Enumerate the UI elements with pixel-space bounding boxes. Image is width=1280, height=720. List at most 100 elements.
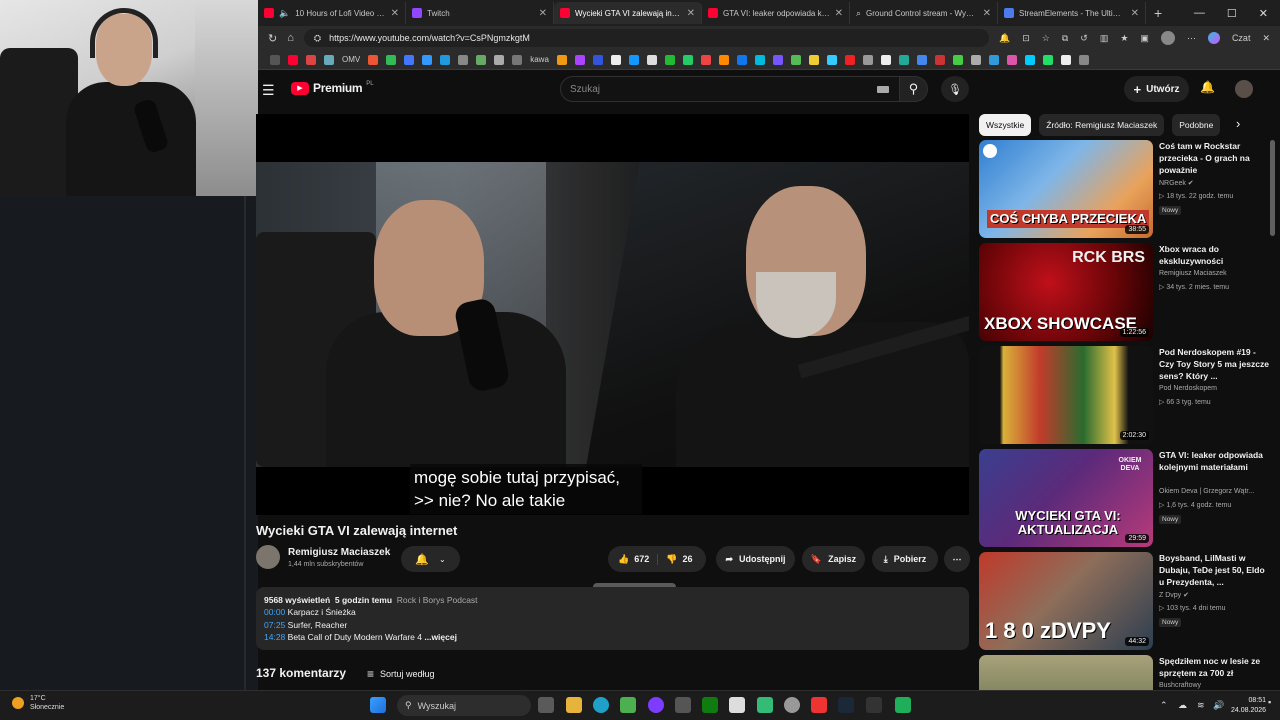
- home-icon[interactable]: ⌂: [287, 32, 294, 44]
- channel-avatar[interactable]: [256, 545, 280, 569]
- close-icon[interactable]: ✕: [983, 8, 991, 19]
- close-icon[interactable]: ✕: [539, 8, 547, 19]
- system-clock[interactable]: 08:51 24.08.2026: [1231, 696, 1266, 716]
- taskbar-search[interactable]: ⚲ Wyszukaj: [397, 695, 531, 716]
- dislike-button[interactable]: 👎 26: [663, 554, 692, 565]
- xbox-icon[interactable]: [702, 697, 718, 713]
- bookmark-icon[interactable]: [862, 54, 873, 65]
- bookmark-icon[interactable]: [1024, 54, 1035, 65]
- notification-center-icon[interactable]: ▪: [1268, 697, 1271, 707]
- edge-browser-icon[interactable]: [593, 697, 609, 713]
- bookmark-icon[interactable]: [898, 54, 909, 65]
- recommendation-title[interactable]: Pod Nerdoskopem #19 - Czy Toy Story 5 ma…: [1159, 346, 1269, 382]
- recommendation-title[interactable]: Spędziłem noc w lesie ze sprzętem za 700…: [1159, 655, 1269, 679]
- bookmark-icon[interactable]: [664, 54, 675, 65]
- site-info-icon[interactable]: ⛭: [314, 33, 321, 44]
- youtube-logo[interactable]: ▶ Premium PL: [291, 81, 374, 95]
- browser-tab[interactable]: Twitch ✕: [406, 2, 554, 24]
- copilot-icon[interactable]: [1207, 32, 1220, 44]
- bookmark-icon[interactable]: [512, 54, 523, 65]
- bookmark-icon[interactable]: [592, 54, 603, 65]
- profile-avatar[interactable]: [1160, 31, 1175, 45]
- app-icon[interactable]: [895, 697, 911, 713]
- copilot-label[interactable]: Czat: [1232, 33, 1251, 43]
- bookmark-icon[interactable]: [324, 54, 334, 65]
- video-thumbnail[interactable]: [979, 655, 1153, 690]
- chapter-timestamp[interactable]: 00:00: [264, 607, 285, 617]
- search-button[interactable]: ⚲: [900, 76, 928, 102]
- bookmark-icon[interactable]: [790, 54, 801, 65]
- recommendation-channel[interactable]: NRGeek ✔: [1159, 179, 1194, 187]
- video-thumbnail[interactable]: 2:02:30: [979, 346, 1153, 444]
- create-button[interactable]: + Utwórz: [1124, 76, 1189, 102]
- recommendation-channel[interactable]: Pod Nerdoskopem: [1159, 385, 1217, 392]
- sidebar-close-icon[interactable]: ✕: [1262, 33, 1270, 44]
- bookmark-icon[interactable]: [988, 54, 999, 65]
- network-icon[interactable]: ☁: [1178, 700, 1187, 711]
- wifi-icon[interactable]: ≋: [1197, 700, 1205, 711]
- bookmark-icon[interactable]: [386, 54, 397, 65]
- recommendation-item[interactable]: 2:02:30 Pod Nerdoskopem #19 - Czy Toy St…: [979, 346, 1269, 444]
- recommendation-title[interactable]: Boysband, LilMasti w Dubaju, TeDe jest 5…: [1159, 552, 1269, 588]
- bookmark-icon[interactable]: [476, 54, 487, 65]
- bookmark-icon[interactable]: [422, 54, 433, 65]
- recommendation-channel[interactable]: Bushcraftowy: [1159, 682, 1201, 689]
- avatar[interactable]: [1235, 80, 1253, 98]
- recommendation-item[interactable]: 1 8 0 zDVPY 44:32 Boysband, LilMasti w D…: [979, 552, 1269, 650]
- bookmark-icon[interactable]: [404, 54, 415, 65]
- browser-tab[interactable]: StreamElements - The Ultimate Li ✕: [998, 2, 1146, 24]
- bookmark-icon[interactable]: [880, 54, 891, 65]
- more-icon[interactable]: ⋯: [1187, 33, 1196, 44]
- windows-start-icon[interactable]: [370, 697, 386, 713]
- like-button[interactable]: 👍 672: [618, 553, 659, 565]
- video-thumbnail[interactable]: RCK BRS XBOX SHOWCASE 1:22:56: [979, 243, 1153, 341]
- recommendation-title[interactable]: Coś tam w Rockstar przecieka - O grach n…: [1159, 140, 1269, 176]
- recommendation-item[interactable]: Spędziłem noc w lesie ze sprzętem za 700…: [979, 655, 1269, 690]
- recommendation-channel[interactable]: Z Dvpy ✔: [1159, 591, 1189, 599]
- recommendation-title[interactable]: Xbox wraca do ekskluzywności: [1159, 243, 1269, 267]
- chapter-timestamp[interactable]: 07:25: [264, 620, 285, 630]
- chapter-timestamp[interactable]: 14:28: [264, 632, 285, 642]
- chevron-right-icon[interactable]: ›: [1236, 116, 1240, 131]
- recommendation-title[interactable]: GTA VI: leaker odpowiada kolejnymi mater…: [1159, 449, 1269, 473]
- refresh-icon[interactable]: ↺: [1080, 33, 1088, 44]
- collections-icon[interactable]: ▣: [1140, 33, 1149, 44]
- browser-tab[interactable]: ⌕ Ground Control stream - Wyszukaj ✕: [850, 2, 998, 24]
- bookmark-icon[interactable]: [700, 54, 711, 65]
- bookmark-icon[interactable]: [1006, 54, 1017, 65]
- bookmark-icon[interactable]: [288, 54, 298, 65]
- bookmark-icon[interactable]: [736, 54, 747, 65]
- favorites-icon[interactable]: ★: [1120, 33, 1128, 44]
- save-button[interactable]: 🔖 Zapisz: [802, 546, 865, 572]
- bookmark-icon[interactable]: [952, 54, 963, 65]
- bookmark-icon[interactable]: [844, 54, 855, 65]
- reload-icon[interactable]: ↻: [268, 32, 277, 45]
- speaker-icon[interactable]: 🔈: [279, 8, 290, 19]
- terminal-icon[interactable]: [675, 697, 691, 713]
- app-icon[interactable]: [784, 697, 800, 713]
- close-icon[interactable]: ✕: [391, 8, 399, 19]
- share-button[interactable]: ➦ Udostępnij: [716, 546, 795, 572]
- bookmark-icon[interactable]: [494, 54, 505, 65]
- bookmark-icon[interactable]: [772, 54, 783, 65]
- sort-comments-button[interactable]: ≡ Sortuj według: [367, 667, 435, 681]
- video-player[interactable]: mogę sobie tutaj przypisać, >> nie? No a…: [256, 114, 969, 515]
- recommendation-channel[interactable]: Okiem Deva | Grzegorz Wątr...: [1159, 488, 1254, 495]
- search-input[interactable]: Szukaj: [560, 76, 900, 102]
- browser-tab[interactable]: 🔈 10 Hours of Lofi Video Game Music ✕: [258, 2, 406, 24]
- chip-similar[interactable]: Podobne: [1172, 114, 1221, 136]
- video-thumbnail[interactable]: COŚ CHYBA PRZECIEKA 38:55: [979, 140, 1153, 238]
- bookmark-icon[interactable]: [916, 54, 927, 65]
- maximize-icon[interactable]: ☐: [1227, 7, 1237, 20]
- bookmark-icon[interactable]: [718, 54, 729, 65]
- subscription-bell-button[interactable]: 🔔 ⌄: [401, 546, 460, 572]
- x-icon[interactable]: [610, 54, 621, 65]
- browser-tab-active[interactable]: Wycieki GTA VI zalewają internet ✕: [554, 2, 702, 24]
- chip-source[interactable]: Źródło: Remigiusz Maciaszek: [1039, 114, 1165, 136]
- split-screen-icon[interactable]: ▥: [1100, 33, 1109, 44]
- bookmark-icon[interactable]: [682, 54, 693, 65]
- file-explorer-icon[interactable]: [566, 697, 582, 713]
- app-icon[interactable]: [648, 697, 664, 713]
- bookmark-icon[interactable]: [270, 54, 280, 65]
- recommendation-channel[interactable]: Remigiusz Maciaszek: [1159, 270, 1227, 277]
